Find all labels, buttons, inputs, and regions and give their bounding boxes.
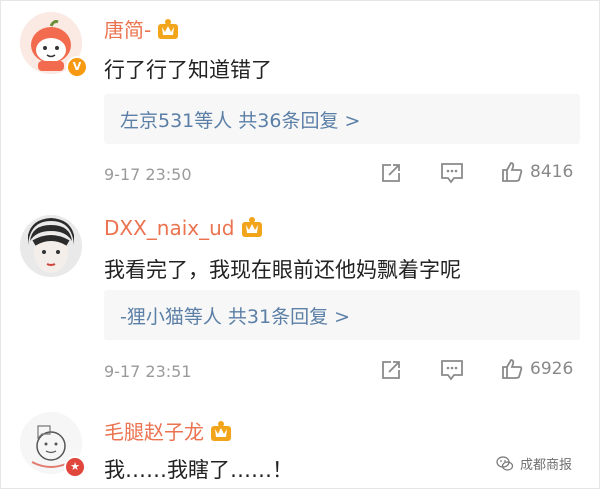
reply-summary-link[interactable]: -狸小猫等人 共31条回复 > xyxy=(120,302,350,329)
comment-button[interactable] xyxy=(440,359,464,381)
username-text[interactable]: 毛腿赵子龙 xyxy=(104,420,204,444)
watermark: 成都商报 xyxy=(496,454,572,473)
comment-icon xyxy=(441,360,463,381)
crown-badge-icon xyxy=(158,19,179,39)
verified-badge: V xyxy=(66,56,88,78)
comment-text: 行了行了知道错了 xyxy=(104,58,272,82)
screenshot-frame xyxy=(0,0,600,489)
like-button[interactable]: 8416 xyxy=(500,160,573,184)
share-icon xyxy=(382,361,400,379)
member-badge: ★ xyxy=(64,456,86,478)
like-count: 8416 xyxy=(530,162,574,182)
comment-text: 我看完了，我现在眼前还他妈飘着字呢 xyxy=(104,258,461,282)
crown-badge-icon xyxy=(241,217,262,237)
share-button[interactable] xyxy=(380,162,402,184)
username[interactable]: 毛腿赵子龙 xyxy=(104,416,232,445)
wechat-icon xyxy=(496,455,514,471)
share-button[interactable] xyxy=(380,359,402,381)
like-count: 6926 xyxy=(530,359,574,379)
face-photo-avatar-icon xyxy=(20,215,82,277)
avatar[interactable] xyxy=(20,215,82,277)
comment-text: 我……我瞎了……！ xyxy=(104,458,293,482)
username-text[interactable]: 唐简- xyxy=(104,18,151,42)
crown-badge-icon xyxy=(211,421,231,441)
thumbs-up-icon xyxy=(502,359,523,379)
share-icon xyxy=(382,164,400,182)
username-text[interactable]: DXX_naix_ud xyxy=(104,216,235,240)
comment-icon xyxy=(441,163,463,184)
comment-button[interactable] xyxy=(440,162,464,184)
thumbs-up-icon xyxy=(502,162,523,182)
reply-summary[interactable]: -狸小猫等人 共31条回复 > xyxy=(104,290,580,340)
reply-summary[interactable]: 左京531等人 共36条回复 > xyxy=(104,94,580,144)
watermark-label: 成都商报 xyxy=(520,458,573,473)
comment-time: 9-17 23:51 xyxy=(104,362,192,381)
reply-summary-link[interactable]: 左京531等人 共36条回复 > xyxy=(120,106,360,133)
like-button[interactable]: 6926 xyxy=(500,357,573,381)
username[interactable]: 唐简- xyxy=(104,14,179,43)
username[interactable]: DXX_naix_ud xyxy=(104,216,263,240)
comment-time: 9-17 23:50 xyxy=(104,165,192,184)
